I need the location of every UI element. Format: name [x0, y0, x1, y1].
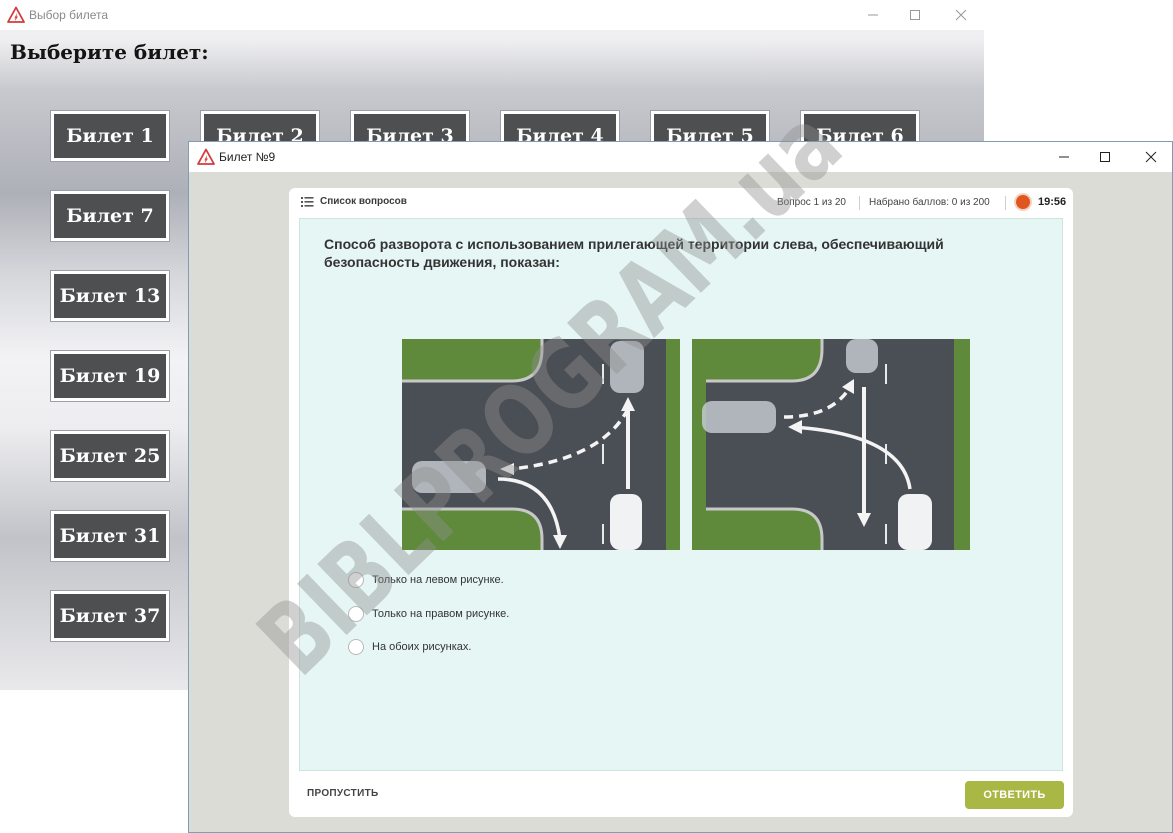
ticket-button-31[interactable]: Билет 31	[51, 511, 169, 561]
ticket-window: Билет №9 Список вопросов Вопрос 1 из 20 …	[188, 141, 1173, 833]
title-bar: Выбор билета	[0, 0, 984, 30]
score-text: Набрано баллов: 0 из 200	[869, 197, 990, 208]
divider	[1005, 196, 1006, 210]
list-icon	[301, 196, 314, 207]
questions-list-label: Список вопросов	[320, 196, 407, 207]
maximize-icon[interactable]	[1093, 146, 1117, 168]
answer-option-label: На обоих рисунках.	[372, 641, 472, 653]
road-illustration	[402, 339, 970, 550]
window-title: Выбор билета	[29, 8, 109, 22]
radio-button[interactable]	[348, 606, 364, 622]
ticket-button-1[interactable]: Билет 1	[51, 111, 169, 161]
maximize-icon[interactable]	[904, 4, 926, 26]
radio-button[interactable]	[348, 639, 364, 655]
answer-option-1[interactable]: Только на левом рисунке.	[348, 570, 504, 590]
questions-list-button[interactable]: Список вопросов	[301, 196, 407, 207]
answer-option-label: Только на правом рисунке.	[372, 608, 510, 620]
close-icon[interactable]	[950, 4, 972, 26]
question-panel: Способ разворота с использованием прилег…	[299, 218, 1063, 771]
divider	[859, 196, 860, 210]
warning-triangle-icon	[197, 148, 215, 165]
minimize-icon[interactable]	[1052, 146, 1076, 168]
timer-record-icon	[1016, 195, 1030, 209]
ticket-button-25[interactable]: Билет 25	[51, 431, 169, 481]
answer-option-2[interactable]: Только на правом рисунке.	[348, 604, 509, 624]
question-text: Способ разворота с использованием прилег…	[324, 236, 944, 270]
question-card: Список вопросов Вопрос 1 из 20 Набрано б…	[289, 188, 1073, 817]
timer: 19:56	[1038, 196, 1067, 208]
ticket-button-13[interactable]: Билет 13	[51, 271, 169, 321]
warning-triangle-icon	[7, 6, 25, 23]
radio-button[interactable]	[348, 572, 364, 588]
answer-button[interactable]: ОТВЕТИТЬ	[965, 781, 1064, 809]
page-title: Выберите билет:	[10, 40, 209, 64]
question-header: Список вопросов Вопрос 1 из 20 Набрано б…	[289, 188, 1073, 218]
answer-option-label: Только на левом рисунке.	[372, 574, 504, 586]
answer-option-3[interactable]: На обоих рисунках.	[348, 637, 471, 657]
ticket-button-19[interactable]: Билет 19	[51, 351, 169, 401]
question-counter: Вопрос 1 из 20	[777, 197, 846, 208]
skip-button[interactable]: ПРОПУСТИТЬ	[307, 788, 378, 799]
title-bar: Билет №9	[189, 142, 1172, 172]
minimize-icon[interactable]	[862, 4, 884, 26]
ticket-button-7[interactable]: Билет 7	[51, 191, 169, 241]
window-title: Билет №9	[219, 150, 276, 164]
close-icon[interactable]	[1139, 146, 1163, 168]
ticket-button-37[interactable]: Билет 37	[51, 591, 169, 641]
